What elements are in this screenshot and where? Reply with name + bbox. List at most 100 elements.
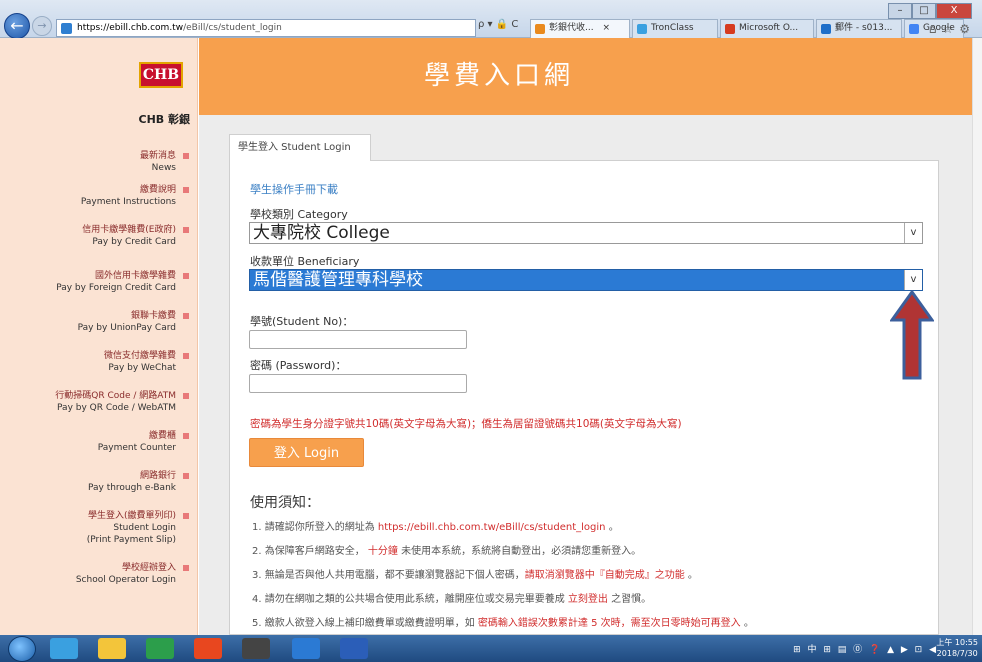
category-value: 大專院校 College: [253, 223, 390, 243]
notice-item: 5. 繳款人欲登入線上補印繳費單或繳費證明單，如 密碼輸入錯誤次數累計達 5 次…: [252, 614, 754, 629]
password-hint: 密碼為學生身分證字號共10碼(英文字母為大寫)；僑生為居留證號碼共10碼(英文字…: [250, 418, 682, 430]
bullet-icon: [183, 352, 189, 359]
chb-logo[interactable]: CHB: [139, 62, 183, 88]
address-bar[interactable]: https://ebill.chb.com.tw/eBill/cs/studen…: [56, 19, 476, 37]
sidebar-item-unionpay[interactable]: 銀聯卡繳費 Pay by UnionPay Card: [78, 310, 189, 334]
tab-label: 郵件 - s013...: [835, 23, 893, 33]
manual-download-link[interactable]: 學生操作手冊下載: [250, 181, 338, 197]
clock-time: 上午 10:55: [936, 638, 978, 647]
browser-toolbar: ← → https://ebill.chb.com.tw/eBill/cs/st…: [0, 0, 982, 39]
start-button[interactable]: [8, 636, 36, 662]
bullet-icon: [183, 512, 189, 519]
sidebar-item-student-login[interactable]: 學生登入(繳費單列印) Student Login (Print Payment S…: [87, 510, 189, 546]
terminal-icon[interactable]: [242, 638, 270, 659]
sidebar-item-en: (Print Payment Slip): [86, 535, 176, 545]
sidebar-item-credit-card[interactable]: 信用卡繳學雜費(E政府) Pay by Credit Card: [82, 224, 189, 248]
bullet-icon: [183, 272, 189, 279]
close-icon[interactable]: X: [936, 3, 972, 19]
bullet-icon: [183, 564, 189, 571]
clock[interactable]: 上午 10:55 2018/7/30: [936, 637, 978, 659]
sidebar: CHB CHB 彰銀 最新消息 News 繳費說明 Payment Instruct…: [0, 38, 198, 635]
bullet-icon: [183, 392, 189, 399]
notice-highlight: 請取消瀏覽器中『自動完成』之功能: [524, 570, 685, 581]
tab-favicon-icon: [909, 24, 919, 34]
notice-title: 使用須知：: [250, 495, 320, 511]
clock-date: 2018/7/30: [936, 649, 978, 658]
tab-student-login[interactable]: 學生登入 Student Login: [229, 134, 371, 161]
tab-microsoft[interactable]: Microsoft O...: [720, 19, 814, 38]
notice-text: 3. 無論是否與他人共用電腦，都不要讓瀏覽器記下個人密碼，: [252, 570, 525, 581]
url-host: https://ebill.chb.com.tw: [77, 23, 184, 33]
notice-highlight: 十分鐘: [367, 546, 398, 557]
sidebar-item-qr-code[interactable]: 行動掃碼QR Code / 網路ATM Pay by QR Code / WebA…: [55, 390, 189, 414]
search-refresh-icons[interactable]: ρ ▾ 🔒 C: [478, 19, 518, 30]
sidebar-item-school-operator[interactable]: 學校經辦登入 School Operator Login: [76, 562, 189, 586]
sidebar-item-zh: 學校經辦登入: [121, 563, 176, 573]
tab-close-icon[interactable]: ×: [602, 23, 610, 33]
sidebar-item-en: Pay by Credit Card: [92, 237, 176, 247]
password-input[interactable]: [249, 374, 467, 393]
chrome-icon[interactable]: [194, 638, 222, 659]
beneficiary-value: 馬偕醫護管理專科學校: [253, 270, 423, 290]
taskbar: ⊞ 中 ⊞ ▤ ⓪ ❓ ▲ ▶ ⊡ ◀ 上午 10:55 2018/7/30: [0, 635, 982, 662]
sidebar-item-zh: 行動掃碼QR Code / 網路ATM: [55, 391, 176, 401]
notice-text: 。: [740, 618, 754, 629]
ie-icon[interactable]: [50, 638, 78, 659]
tab-tronclass[interactable]: TronClass: [632, 19, 718, 38]
student-no-label: 學號(Student No)：: [250, 315, 354, 328]
category-label: 學校類別 Category: [250, 208, 348, 221]
beneficiary-select[interactable]: 馬偕醫護管理專科學校 v: [249, 269, 923, 291]
sidebar-item-en: Pay by WeChat: [108, 363, 176, 373]
page-header: 學費入口網: [199, 38, 982, 115]
bullet-icon: [183, 186, 189, 193]
sidebar-item-en: Pay by Foreign Credit Card: [56, 283, 176, 293]
sidebar-item-en: Pay by QR Code / WebATM: [57, 403, 176, 413]
sidebar-item-payment-instructions[interactable]: 繳費說明 Payment Instructions: [81, 184, 189, 208]
sidebar-item-en: Pay by UnionPay Card: [77, 323, 176, 333]
sidebar-item-e-bank[interactable]: 網路銀行 Pay through e-Bank: [88, 470, 189, 494]
notice-highlight: 立刻登出: [567, 594, 608, 605]
home-favorites-settings-icons[interactable]: ⌂☆⚙: [929, 22, 976, 36]
back-arrow-icon[interactable]: ←: [4, 13, 30, 39]
notice-text: 之習慣。: [607, 594, 652, 605]
monitor-app-icon[interactable]: [292, 638, 320, 659]
student-no-input[interactable]: [249, 330, 467, 349]
tab-favicon-icon: [535, 24, 545, 34]
tab-label: 彰銀代收...: [549, 23, 594, 33]
notice-highlight: 密碼輸入錯誤次數累計達 5 次時，需至次日零時始可再登入: [477, 618, 741, 629]
system-tray[interactable]: ⊞ 中 ⊞ ▤ ⓪ ❓ ▲ ▶ ⊡ ◀: [793, 642, 938, 655]
forward-arrow-icon[interactable]: →: [32, 16, 52, 36]
tab-label: TronClass: [651, 23, 694, 33]
login-button[interactable]: 登入 Login: [249, 438, 364, 467]
maximize-icon[interactable]: □: [912, 3, 936, 19]
bullet-icon: [183, 152, 189, 159]
sidebar-item-payment-counter[interactable]: 繳費櫃 Payment Counter: [98, 430, 189, 454]
bullet-icon: [183, 472, 189, 479]
sidebar-item-foreign-credit-card[interactable]: 國外信用卡繳學雜費 Pay by Foreign Credit Card: [56, 270, 189, 294]
word-icon[interactable]: [340, 638, 368, 659]
notice-text: 。: [684, 570, 698, 581]
bullet-icon: [183, 226, 189, 233]
sidebar-item-news[interactable]: 最新消息 News: [140, 150, 189, 174]
tab-favicon-icon: [821, 24, 831, 34]
notice-item: 4. 請勿在網咖之類的公共場合使用此系統，離開座位或交易完畢要養成 立刻登出 之…: [252, 590, 651, 605]
category-select[interactable]: 大專院校 College v: [249, 222, 923, 244]
chevron-down-icon[interactable]: v: [904, 270, 922, 290]
sidebar-item-en: Pay through e-Bank: [87, 483, 176, 493]
tab-chb[interactable]: 彰銀代收... ×: [530, 19, 630, 38]
tab-mail[interactable]: 郵件 - s013...: [816, 19, 902, 38]
sidebar-item-zh: 繳費說明: [139, 185, 176, 195]
sidebar-item-zh: 網路銀行: [139, 471, 176, 481]
media-player-icon[interactable]: [146, 638, 174, 659]
sidebar-item-wechat[interactable]: 微信支付繳學雜費 Pay by WeChat: [104, 350, 189, 374]
notice-item: 2. 為保障客戶網路安全， 十分鐘 未使用本系統，系統將自動登出，必須請您重新登…: [252, 542, 641, 557]
chevron-down-icon[interactable]: v: [904, 223, 922, 243]
minimize-icon[interactable]: –: [888, 3, 912, 19]
sidebar-item-zh: 國外信用卡繳學雜費: [94, 271, 176, 281]
window-controls: – □ X: [888, 2, 976, 20]
scrollbar[interactable]: [972, 38, 982, 635]
notice-text: 2. 為保障客戶網路安全，: [252, 546, 368, 557]
folder-icon[interactable]: [98, 638, 126, 659]
notice-url-link[interactable]: https://ebill.chb.com.tw/eBill/cs/studen…: [378, 522, 606, 533]
sidebar-item-zh: 微信支付繳學雜費: [103, 351, 176, 361]
